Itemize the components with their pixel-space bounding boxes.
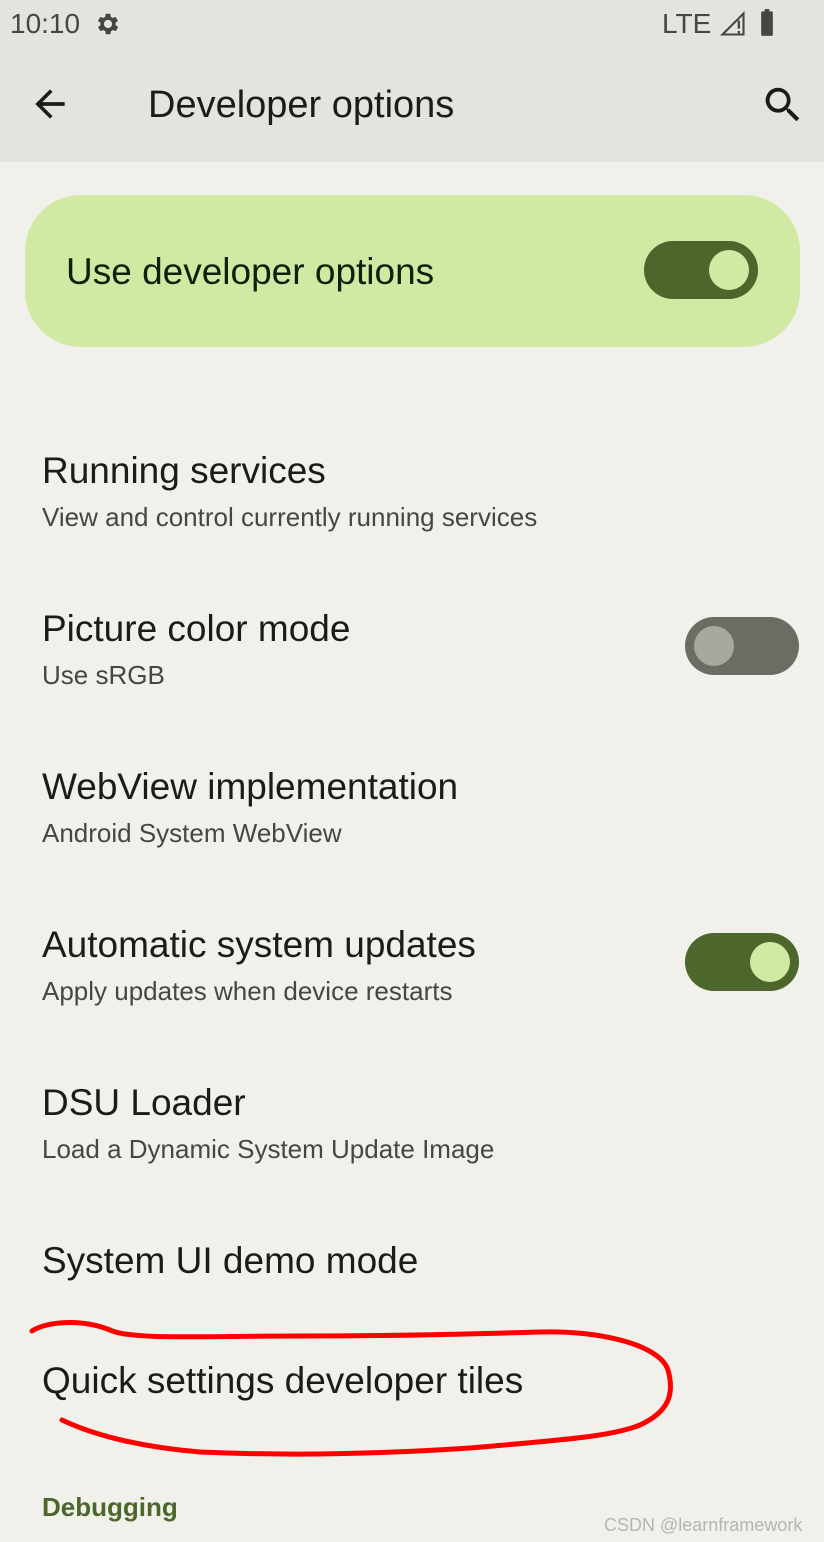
arrow-back-icon[interactable] bbox=[28, 82, 72, 126]
pref-summary: Load a Dynamic System Update Image bbox=[42, 1134, 495, 1164]
pref-summary: View and control currently running servi… bbox=[42, 502, 538, 532]
pref-title: WebView implementation bbox=[42, 766, 459, 807]
pref-title: System UI demo mode bbox=[42, 1240, 419, 1281]
picture-color-mode-toggle[interactable] bbox=[685, 617, 799, 675]
pref-running-services[interactable]: Running services View and control curren… bbox=[0, 420, 824, 560]
automatic-system-updates-toggle[interactable] bbox=[685, 933, 799, 991]
signal-icon bbox=[719, 10, 745, 36]
pref-summary: Apply updates when device restarts bbox=[42, 976, 453, 1006]
status-bar: 10:10 LTE bbox=[0, 0, 824, 50]
pref-title: Picture color mode bbox=[42, 608, 351, 649]
toggle-knob bbox=[709, 250, 749, 290]
toggle-knob bbox=[694, 626, 734, 666]
toggle-knob bbox=[750, 942, 790, 982]
pref-title: DSU Loader bbox=[42, 1082, 246, 1123]
pref-automatic-system-updates[interactable]: Automatic system updates Apply updates w… bbox=[0, 894, 824, 1034]
use-developer-options-label: Use developer options bbox=[66, 251, 435, 292]
pref-dsu-loader[interactable]: DSU Loader Load a Dynamic System Update … bbox=[0, 1052, 824, 1192]
network-type: LTE bbox=[662, 8, 712, 39]
red-annotation-circle bbox=[29, 1320, 674, 1457]
pref-webview-implementation[interactable]: WebView implementation Android System We… bbox=[0, 736, 824, 876]
pref-summary: Use sRGB bbox=[42, 660, 165, 690]
pref-system-ui-demo-mode[interactable]: System UI demo mode bbox=[0, 1210, 824, 1310]
use-developer-options-toggle[interactable] bbox=[644, 241, 758, 299]
section-header-debugging: Debugging bbox=[42, 1492, 178, 1522]
watermark: CSDN @learnframework bbox=[604, 1515, 803, 1535]
pref-summary: Android System WebView bbox=[42, 818, 342, 848]
use-developer-options-switch-bar[interactable]: Use developer options bbox=[25, 195, 800, 347]
app-bar: Developer options bbox=[0, 50, 824, 162]
pref-title: Automatic system updates bbox=[42, 924, 476, 965]
battery-icon bbox=[761, 9, 773, 36]
search-icon[interactable] bbox=[760, 82, 806, 128]
settings-gear-icon bbox=[97, 13, 119, 35]
pref-picture-color-mode[interactable]: Picture color mode Use sRGB bbox=[0, 578, 824, 718]
status-time: 10:10 bbox=[10, 8, 81, 39]
pref-title: Running services bbox=[42, 450, 326, 491]
page-title: Developer options bbox=[148, 84, 455, 126]
